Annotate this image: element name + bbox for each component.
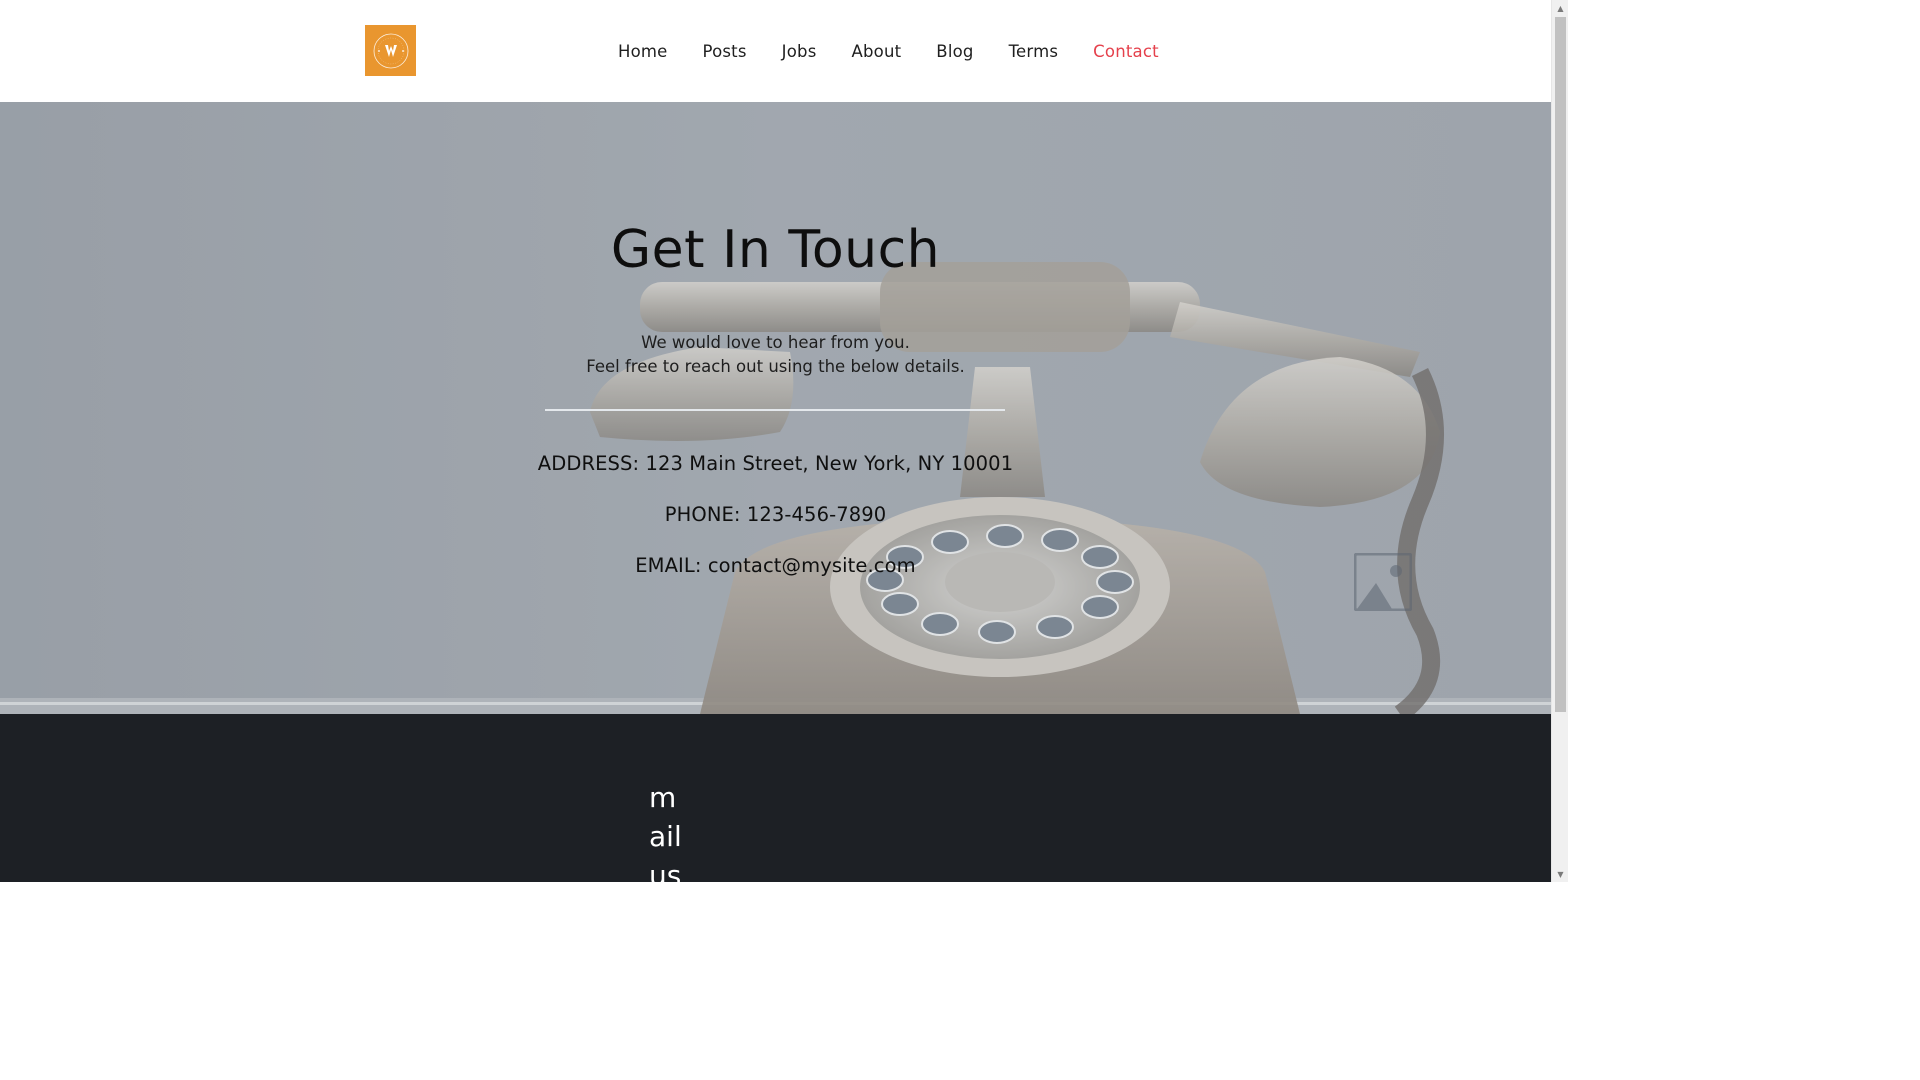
- vertical-scrollbar[interactable]: ▲ ▼: [1551, 0, 1568, 882]
- hero-subtitle: We would love to hear from you. Feel fre…: [0, 331, 1551, 379]
- contact-address: ADDRESS: 123 Main Street, New York, NY 1…: [537, 452, 1014, 475]
- scroll-down-arrow-icon[interactable]: ▼: [1552, 866, 1569, 882]
- subtitle-line: Feel free to reach out using the below d…: [586, 357, 965, 376]
- nav-home[interactable]: Home: [618, 40, 668, 64]
- nav-about[interactable]: About: [852, 40, 902, 64]
- nav-contact[interactable]: Contact: [1093, 40, 1159, 64]
- contact-phone: PHONE: 123-456-7890: [664, 503, 887, 526]
- main-nav: Home Posts Jobs About Blog Terms Contact: [618, 40, 1159, 64]
- contact-email[interactable]: EMAIL: contact@mysite.com: [0, 554, 1551, 577]
- page-title: Get In Touch: [610, 220, 941, 280]
- hero-content: Get In Touch We would love to hear from …: [0, 102, 1551, 714]
- site-footer: mail us: [0, 714, 1551, 892]
- nav-posts[interactable]: Posts: [703, 40, 747, 64]
- contact-hero: Get In Touch We would love to hear from …: [0, 102, 1551, 714]
- logo-emblem-icon: [373, 33, 408, 68]
- mail-us-heading: mail us: [649, 781, 682, 892]
- brand-logo-icon[interactable]: [365, 25, 416, 76]
- nav-blog[interactable]: Blog: [936, 40, 973, 64]
- nav-terms[interactable]: Terms: [1009, 40, 1059, 64]
- site-header: Home Posts Jobs About Blog Terms Contact: [0, 0, 1551, 102]
- image-placeholder-icon: [1353, 552, 1413, 612]
- subtitle-line: We would love to hear from you.: [641, 333, 910, 352]
- scroll-thumb[interactable]: [1555, 17, 1566, 712]
- scroll-up-arrow-icon[interactable]: ▲: [1552, 0, 1569, 16]
- nav-jobs[interactable]: Jobs: [782, 40, 817, 64]
- divider: [545, 409, 1005, 411]
